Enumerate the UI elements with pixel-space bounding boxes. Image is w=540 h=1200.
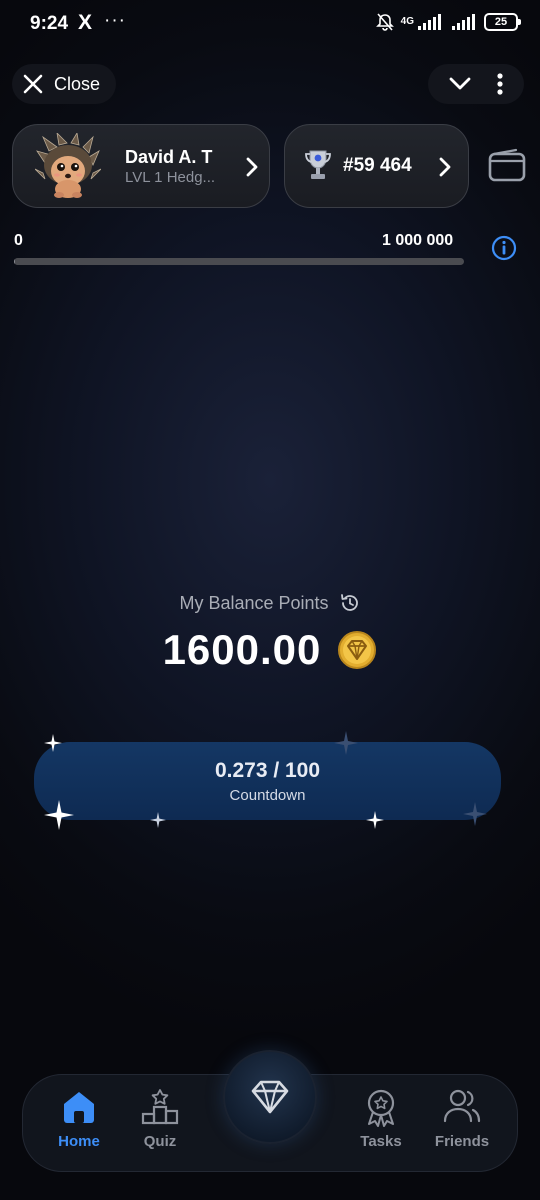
battery-icon: 25 xyxy=(484,13,521,31)
more-vertical-icon[interactable] xyxy=(496,72,504,96)
sparkle-icon xyxy=(44,734,62,752)
signal-icon-2 xyxy=(452,14,475,30)
nav-label-friends: Friends xyxy=(434,1133,490,1150)
network-label: 4G xyxy=(400,16,414,27)
diamond-icon xyxy=(251,1080,289,1114)
nav-label-home: Home xyxy=(58,1133,100,1150)
sparkle-icon xyxy=(150,812,166,828)
chevron-right-icon xyxy=(246,157,258,177)
close-icon xyxy=(23,74,43,94)
status-time: 9:24 xyxy=(30,13,69,34)
friends-icon xyxy=(443,1089,481,1123)
status-bar: 9:24 X ··· 4G 25 xyxy=(0,0,540,48)
wallet-icon[interactable] xyxy=(488,148,526,182)
chevron-down-icon[interactable] xyxy=(448,76,472,92)
signal-icon xyxy=(418,14,441,30)
sparkle-icon xyxy=(463,802,487,826)
progress-min-label: 0 xyxy=(14,232,23,249)
diamond-center-button[interactable] xyxy=(223,1050,317,1144)
profile-card[interactable]: David A. T LVL 1 Hedg... xyxy=(12,124,270,208)
status-indicators: 4G 25 xyxy=(375,12,521,32)
x-logo-icon: X xyxy=(78,11,93,34)
balance-value: 1600.00 xyxy=(162,626,322,673)
sparkle-icon xyxy=(366,811,384,829)
coin-diamond-icon xyxy=(338,631,377,669)
balance-label: My Balance Points xyxy=(179,592,329,613)
more-notifications-icon: ··· xyxy=(104,10,126,31)
progress-bar xyxy=(14,258,464,265)
home-icon xyxy=(64,1092,94,1123)
progress-max-label: 1 000 000 xyxy=(382,232,454,249)
header-menu xyxy=(428,64,524,104)
close-label: Close xyxy=(54,73,101,94)
countdown-bar[interactable]: 0.273 / 100 Countdown xyxy=(34,742,501,820)
nav-item-home[interactable]: Home xyxy=(39,1087,119,1150)
balance-label-row: My Balance Points xyxy=(0,592,540,614)
nav-label-tasks: Tasks xyxy=(360,1133,402,1150)
sparkle-icon xyxy=(44,800,74,830)
rank-label: #59 464 xyxy=(343,155,412,176)
sparkle-icon xyxy=(334,731,358,755)
trophy-icon xyxy=(305,150,331,179)
nav-item-quiz[interactable]: Quiz xyxy=(120,1087,200,1150)
nav-label-quiz: Quiz xyxy=(143,1133,177,1150)
rank-card[interactable]: #59 464 xyxy=(284,124,469,208)
nav-item-friends[interactable]: Friends xyxy=(422,1087,502,1150)
countdown-label: Countdown xyxy=(229,786,306,804)
countdown-value: 0.273 / 100 xyxy=(214,758,321,782)
profile-level: LVL 1 Hedg... xyxy=(125,169,216,186)
podium-icon xyxy=(141,1089,179,1125)
history-icon[interactable] xyxy=(339,592,361,614)
chevron-right-icon xyxy=(439,157,451,177)
nav-item-tasks[interactable]: Tasks xyxy=(341,1087,421,1150)
profile-name: David A. T xyxy=(125,147,213,167)
close-button[interactable]: Close xyxy=(12,64,116,104)
balance-row: 1600.00 xyxy=(0,626,540,674)
progress-fill xyxy=(14,258,15,265)
bell-muted-icon xyxy=(375,13,394,31)
badge-icon xyxy=(367,1089,395,1127)
hedgehog-avatar xyxy=(35,133,101,198)
info-icon[interactable] xyxy=(491,235,517,261)
